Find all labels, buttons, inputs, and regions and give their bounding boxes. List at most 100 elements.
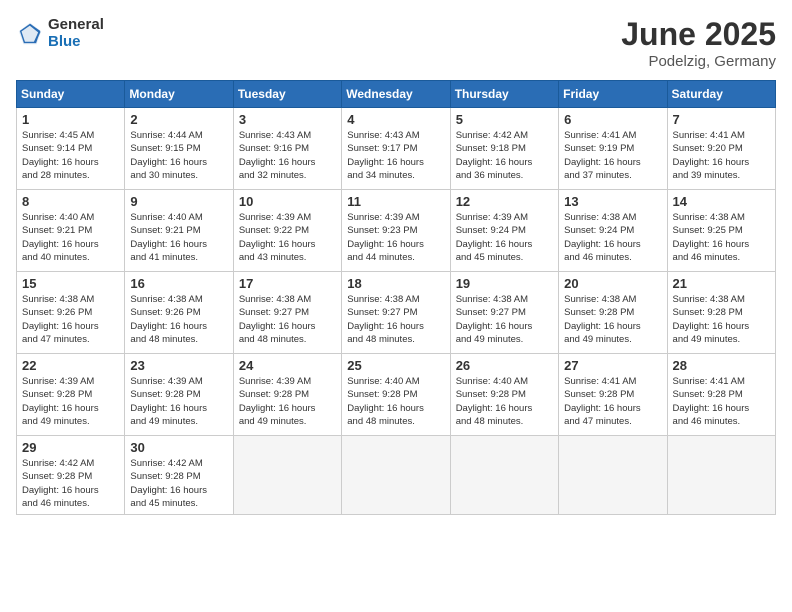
day-number: 19 — [456, 276, 553, 291]
table-row: 2 Sunrise: 4:44 AM Sunset: 9:15 PM Daylig… — [125, 108, 233, 190]
table-row: 22Sunrise: 4:39 AM Sunset: 9:28 PM Dayli… — [17, 354, 125, 436]
day-info: Sunrise: 4:42 AM Sunset: 9:28 PM Dayligh… — [130, 457, 227, 510]
day-number: 11 — [347, 194, 444, 209]
day-info: Sunrise: 4:42 AM Sunset: 9:28 PM Dayligh… — [22, 457, 119, 510]
day-number: 12 — [456, 194, 553, 209]
day-number: 13 — [564, 194, 661, 209]
table-row: 24Sunrise: 4:39 AM Sunset: 9:28 PM Dayli… — [233, 354, 341, 436]
table-row: 29 Sunrise: 4:42 AM Sunset: 9:28 PM Dayli… — [17, 436, 125, 515]
day-info: Sunrise: 4:41 AM Sunset: 9:20 PM Dayligh… — [673, 129, 770, 182]
col-tuesday: Tuesday — [233, 81, 341, 108]
logo-text: General Blue — [48, 16, 104, 51]
day-info: Sunrise: 4:38 AM Sunset: 9:24 PM Dayligh… — [564, 211, 661, 264]
table-row: 13 Sunrise: 4:38 AM Sunset: 9:24 PM Dayli… — [559, 190, 667, 272]
day-number: 21 — [673, 276, 770, 291]
day-info: Sunrise: 4:40 AM Sunset: 9:28 PM Dayligh… — [456, 375, 553, 428]
day-info: Sunrise: 4:44 AM Sunset: 9:15 PM Dayligh… — [130, 129, 227, 182]
table-row: 1 Sunrise: 4:45 AM Sunset: 9:14 PM Daylig… — [17, 108, 125, 190]
table-row: 21 Sunrise: 4:38 AM Sunset: 9:28 PM Dayli… — [667, 272, 775, 354]
table-row: 30 Sunrise: 4:42 AM Sunset: 9:28 PM Dayli… — [125, 436, 233, 515]
table-row: 5Sunrise: 4:42 AM Sunset: 9:18 PM Daylig… — [450, 108, 558, 190]
day-info: Sunrise: 4:39 AM Sunset: 9:23 PM Dayligh… — [347, 211, 444, 264]
table-row: 20 Sunrise: 4:38 AM Sunset: 9:28 PM Dayli… — [559, 272, 667, 354]
day-info: Sunrise: 4:43 AM Sunset: 9:17 PM Dayligh… — [347, 129, 444, 182]
table-row: 11 Sunrise: 4:39 AM Sunset: 9:23 PM Dayli… — [342, 190, 450, 272]
title-area: June 2025 Podelzig, Germany — [621, 16, 776, 70]
day-info: Sunrise: 4:39 AM Sunset: 9:22 PM Dayligh… — [239, 211, 336, 264]
day-info: Sunrise: 4:38 AM Sunset: 9:27 PM Dayligh… — [347, 293, 444, 346]
day-number: 16 — [130, 276, 227, 291]
col-wednesday: Wednesday — [342, 81, 450, 108]
day-number: 10 — [239, 194, 336, 209]
table-row: 12 Sunrise: 4:39 AM Sunset: 9:24 PM Dayli… — [450, 190, 558, 272]
table-row: 26 Sunrise: 4:40 AM Sunset: 9:28 PM Dayli… — [450, 354, 558, 436]
table-row — [233, 436, 341, 515]
table-row: 23Sunrise: 4:39 AM Sunset: 9:28 PM Dayli… — [125, 354, 233, 436]
table-row: 15 Sunrise: 4:38 AM Sunset: 9:26 PM Dayli… — [17, 272, 125, 354]
day-number: 3 — [239, 112, 336, 127]
header-row: Sunday Monday Tuesday Wednesday Thursday… — [17, 81, 776, 108]
day-number: 5 — [456, 112, 553, 127]
day-number: 30 — [130, 440, 227, 455]
day-number: 20 — [564, 276, 661, 291]
table-row: 14Sunrise: 4:38 AM Sunset: 9:25 PM Dayli… — [667, 190, 775, 272]
day-number: 4 — [347, 112, 444, 127]
day-number: 17 — [239, 276, 336, 291]
table-row: 28 Sunrise: 4:41 AM Sunset: 9:28 PM Dayli… — [667, 354, 775, 436]
table-row: 8 Sunrise: 4:40 AM Sunset: 9:21 PM Daylig… — [17, 190, 125, 272]
day-info: Sunrise: 4:38 AM Sunset: 9:28 PM Dayligh… — [564, 293, 661, 346]
table-row — [342, 436, 450, 515]
day-number: 15 — [22, 276, 119, 291]
logo-general: General — [48, 16, 104, 33]
day-info: Sunrise: 4:41 AM Sunset: 9:19 PM Dayligh… — [564, 129, 661, 182]
month-title: June 2025 — [621, 16, 776, 53]
day-number: 28 — [673, 358, 770, 373]
table-row: 17 Sunrise: 4:38 AM Sunset: 9:27 PM Dayli… — [233, 272, 341, 354]
col-thursday: Thursday — [450, 81, 558, 108]
logo-blue: Blue — [48, 33, 81, 50]
day-number: 23 — [130, 358, 227, 373]
day-info: Sunrise: 4:43 AM Sunset: 9:16 PM Dayligh… — [239, 129, 336, 182]
day-info: Sunrise: 4:38 AM Sunset: 9:28 PM Dayligh… — [673, 293, 770, 346]
day-number: 27 — [564, 358, 661, 373]
logo: General Blue — [16, 16, 104, 51]
day-number: 26 — [456, 358, 553, 373]
day-number: 25 — [347, 358, 444, 373]
table-row: 7 Sunrise: 4:41 AM Sunset: 9:20 PM Daylig… — [667, 108, 775, 190]
day-number: 2 — [130, 112, 227, 127]
day-info: Sunrise: 4:45 AM Sunset: 9:14 PM Dayligh… — [22, 129, 119, 182]
table-row: 10 Sunrise: 4:39 AM Sunset: 9:22 PM Dayli… — [233, 190, 341, 272]
table-row: 9Sunrise: 4:40 AM Sunset: 9:21 PM Daylig… — [125, 190, 233, 272]
logo-icon — [16, 20, 44, 48]
day-info: Sunrise: 4:39 AM Sunset: 9:28 PM Dayligh… — [239, 375, 336, 428]
location-title: Podelzig, Germany — [621, 53, 776, 70]
day-info: Sunrise: 4:38 AM Sunset: 9:27 PM Dayligh… — [239, 293, 336, 346]
col-saturday: Saturday — [667, 81, 775, 108]
col-sunday: Sunday — [17, 81, 125, 108]
day-number: 8 — [22, 194, 119, 209]
table-row: 19 Sunrise: 4:38 AM Sunset: 9:27 PM Dayli… — [450, 272, 558, 354]
table-row: 25 Sunrise: 4:40 AM Sunset: 9:28 PM Dayli… — [342, 354, 450, 436]
table-row: 16 Sunrise: 4:38 AM Sunset: 9:26 PM Dayli… — [125, 272, 233, 354]
page: General Blue June 2025 Podelzig, Germany… — [0, 0, 792, 612]
day-info: Sunrise: 4:41 AM Sunset: 9:28 PM Dayligh… — [673, 375, 770, 428]
table-row — [559, 436, 667, 515]
table-row: 18Sunrise: 4:38 AM Sunset: 9:27 PM Dayli… — [342, 272, 450, 354]
table-row — [667, 436, 775, 515]
day-number: 14 — [673, 194, 770, 209]
day-info: Sunrise: 4:38 AM Sunset: 9:26 PM Dayligh… — [130, 293, 227, 346]
day-info: Sunrise: 4:40 AM Sunset: 9:21 PM Dayligh… — [22, 211, 119, 264]
day-info: Sunrise: 4:38 AM Sunset: 9:27 PM Dayligh… — [456, 293, 553, 346]
day-info: Sunrise: 4:41 AM Sunset: 9:28 PM Dayligh… — [564, 375, 661, 428]
day-info: Sunrise: 4:38 AM Sunset: 9:26 PM Dayligh… — [22, 293, 119, 346]
day-info: Sunrise: 4:40 AM Sunset: 9:28 PM Dayligh… — [347, 375, 444, 428]
table-row — [450, 436, 558, 515]
day-number: 22 — [22, 358, 119, 373]
day-number: 7 — [673, 112, 770, 127]
day-number: 6 — [564, 112, 661, 127]
table-row: 27 Sunrise: 4:41 AM Sunset: 9:28 PM Dayli… — [559, 354, 667, 436]
day-info: Sunrise: 4:39 AM Sunset: 9:24 PM Dayligh… — [456, 211, 553, 264]
day-number: 29 — [22, 440, 119, 455]
day-number: 1 — [22, 112, 119, 127]
table-row: 4 Sunrise: 4:43 AM Sunset: 9:17 PM Daylig… — [342, 108, 450, 190]
